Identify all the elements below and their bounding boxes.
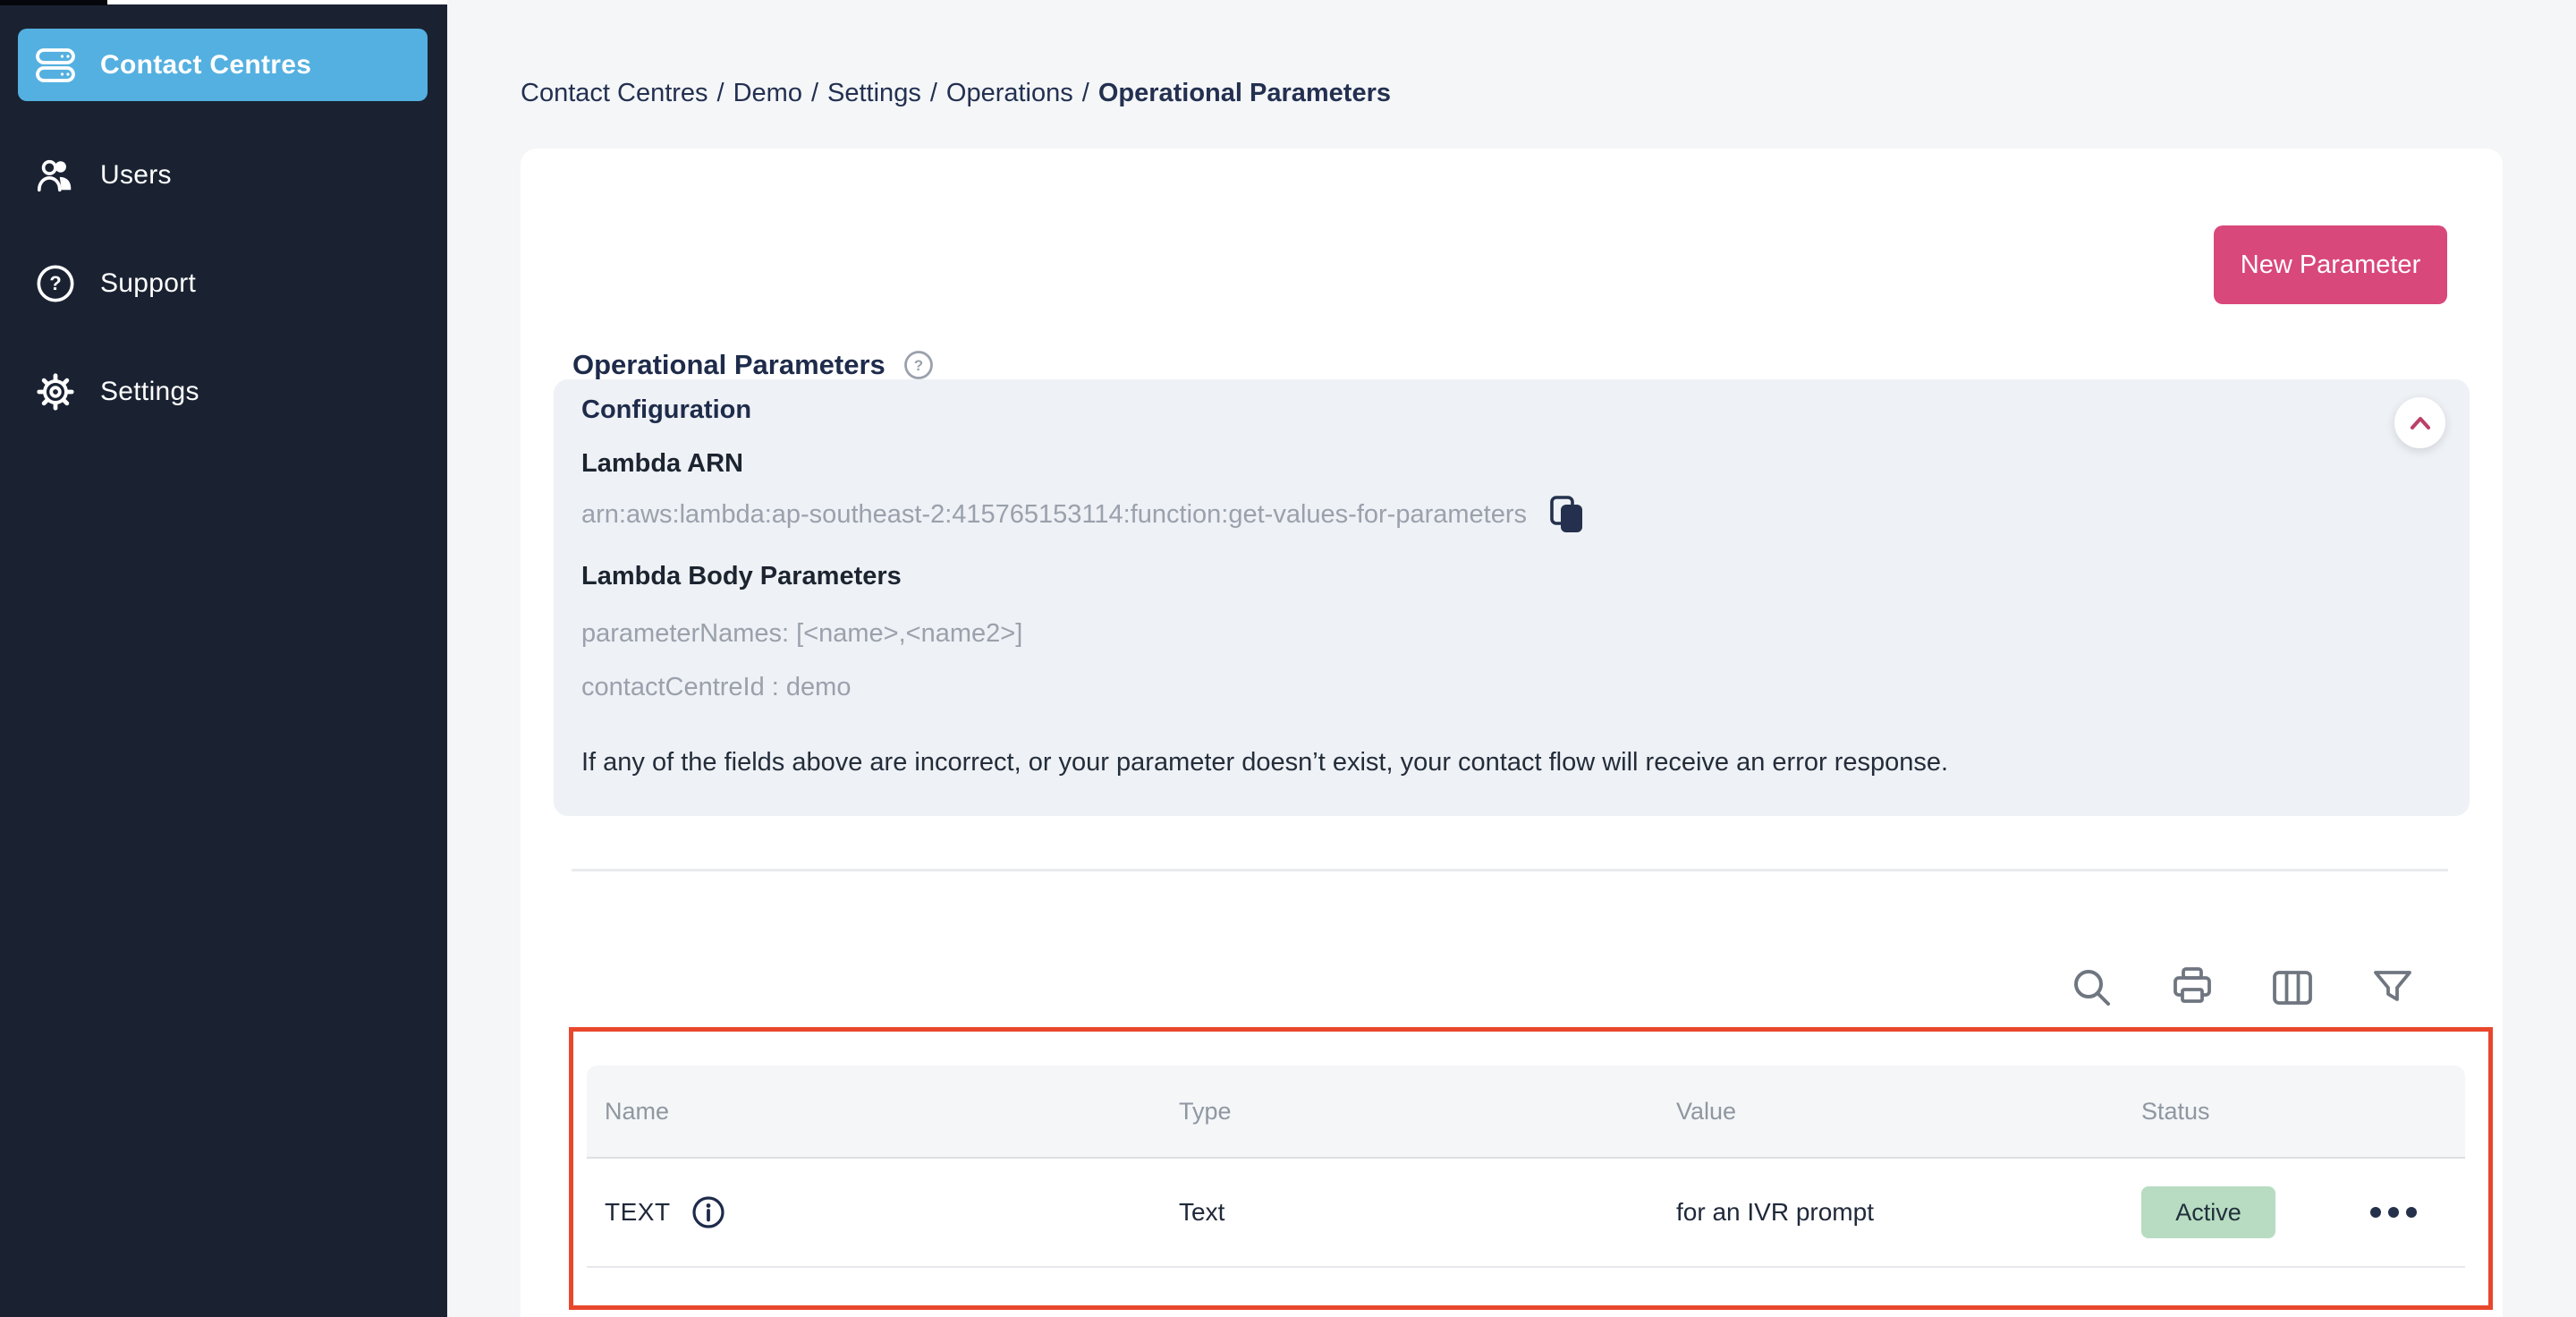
lambda-arn-label: Lambda ARN <box>581 449 743 478</box>
breadcrumb-separator: / <box>810 79 819 107</box>
column-header-name: Name <box>605 1097 670 1125</box>
contact-centres-icon <box>34 44 77 87</box>
breadcrumb-separator: / <box>929 79 937 107</box>
lambda-body-parameters-label: Lambda Body Parameters <box>581 562 902 591</box>
breadcrumb-link-operations[interactable]: Operations <box>946 79 1073 107</box>
columns-icon[interactable] <box>2268 964 2317 1012</box>
row-more-menu-icon[interactable] <box>2361 1198 2426 1227</box>
breadcrumb-current: Operational Parameters <box>1097 79 1392 107</box>
chevron-up-icon <box>2405 408 2436 438</box>
section-divider <box>572 869 2448 871</box>
configuration-panel: Configuration Lambda ARN arn:aws:lambda:… <box>554 379 2470 816</box>
new-parameter-button[interactable]: New Parameter <box>2214 225 2447 304</box>
sidebar-item-users[interactable]: Users <box>0 148 447 203</box>
question-circle-icon[interactable]: ? <box>903 350 934 380</box>
sidebar-item-label: Users <box>100 160 172 190</box>
users-icon <box>34 154 77 197</box>
settings-icon <box>34 370 77 413</box>
breadcrumb-separator: / <box>716 79 724 107</box>
filter-icon[interactable] <box>2368 964 2417 1012</box>
parameter-name: TEXT <box>605 1198 671 1226</box>
sidebar-item-support[interactable]: ? Support <box>0 256 447 311</box>
configuration-warning-text: If any of the fields above are incorrect… <box>581 748 1949 777</box>
main-card: Operational Parameters ? To use operatio… <box>521 149 2503 1317</box>
copy-icon[interactable] <box>1546 494 1588 535</box>
cell-value: for an IVR prompt <box>1676 1198 1874 1226</box>
support-icon: ? <box>34 262 77 305</box>
breadcrumb-separator: / <box>1081 79 1089 107</box>
top-edge-notch <box>0 0 107 5</box>
app: Contact Centres Users ? Support Settings… <box>0 0 2576 1317</box>
breadcrumb-link-demo[interactable]: Demo <box>733 79 802 107</box>
table-row[interactable]: TEXT Text for an IVR prompt Active <box>587 1159 2465 1268</box>
sidebar-item-label: Support <box>100 268 197 298</box>
table-header-row: Name Type Value Status <box>587 1066 2465 1159</box>
info-icon[interactable] <box>691 1194 726 1230</box>
table-toolbar <box>2068 964 2417 1012</box>
breadcrumb-link-contact-centres[interactable]: Contact Centres <box>521 79 708 107</box>
sidebar-item-label: Contact Centres <box>100 49 312 80</box>
parameter-names-value: parameterNames: [<name>,<name2>] <box>581 619 1023 648</box>
breadcrumb-link-settings[interactable]: Settings <box>827 79 921 107</box>
column-header-type: Type <box>1179 1097 1232 1125</box>
sidebar-item-settings[interactable]: Settings <box>0 364 447 420</box>
cell-status: Active <box>2123 1186 2331 1238</box>
page-title-row: Operational Parameters ? <box>572 349 934 381</box>
search-icon[interactable] <box>2068 964 2116 1012</box>
svg-text:?: ? <box>49 272 61 294</box>
parameters-table: Name Type Value Status TEXT Text for an … <box>587 1066 2465 1268</box>
column-header-value: Value <box>1676 1097 1737 1125</box>
sidebar: Contact Centres Users ? Support Settings <box>0 0 447 1317</box>
top-edge-strip <box>107 0 447 4</box>
lambda-arn-value: arn:aws:lambda:ap-southeast-2:4157651531… <box>581 499 1527 529</box>
cell-name: TEXT <box>587 1194 1161 1230</box>
collapse-panel-button[interactable] <box>2394 397 2445 448</box>
breadcrumb: Contact Centres / Demo / Settings / Operations… <box>521 79 1391 108</box>
cell-type: Text <box>1179 1198 1225 1226</box>
page-title: Operational Parameters <box>572 349 886 380</box>
cell-actions <box>2331 1198 2465 1227</box>
svg-text:?: ? <box>914 357 923 374</box>
configuration-title: Configuration <box>581 395 752 424</box>
contact-centre-id-value: contactCentreId : demo <box>581 673 852 701</box>
sidebar-item-label: Settings <box>100 377 199 406</box>
status-badge: Active <box>2141 1186 2275 1238</box>
highlight-annotation-rect: Name Type Value Status TEXT Text for an … <box>569 1027 2493 1310</box>
print-icon[interactable] <box>2168 964 2216 1012</box>
column-header-status: Status <box>2141 1097 2210 1125</box>
sidebar-item-contact-centres[interactable]: Contact Centres <box>18 29 428 101</box>
lambda-arn-row: arn:aws:lambda:ap-southeast-2:4157651531… <box>581 494 1588 535</box>
